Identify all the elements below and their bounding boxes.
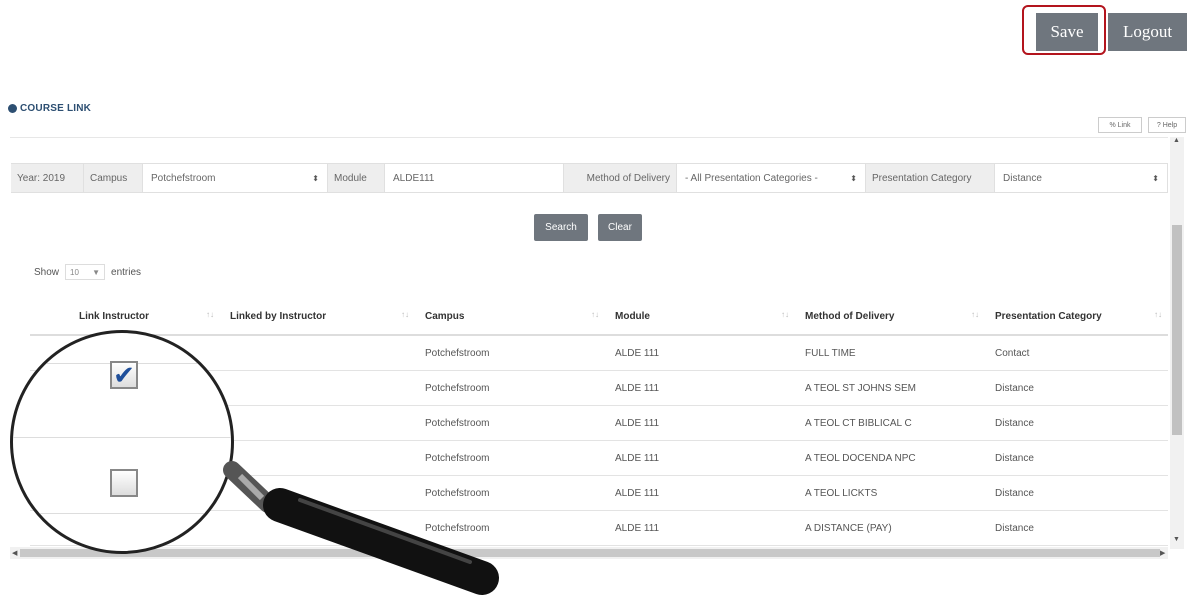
magnifier-grip bbox=[263, 488, 499, 595]
magnifier-handle bbox=[223, 461, 499, 595]
